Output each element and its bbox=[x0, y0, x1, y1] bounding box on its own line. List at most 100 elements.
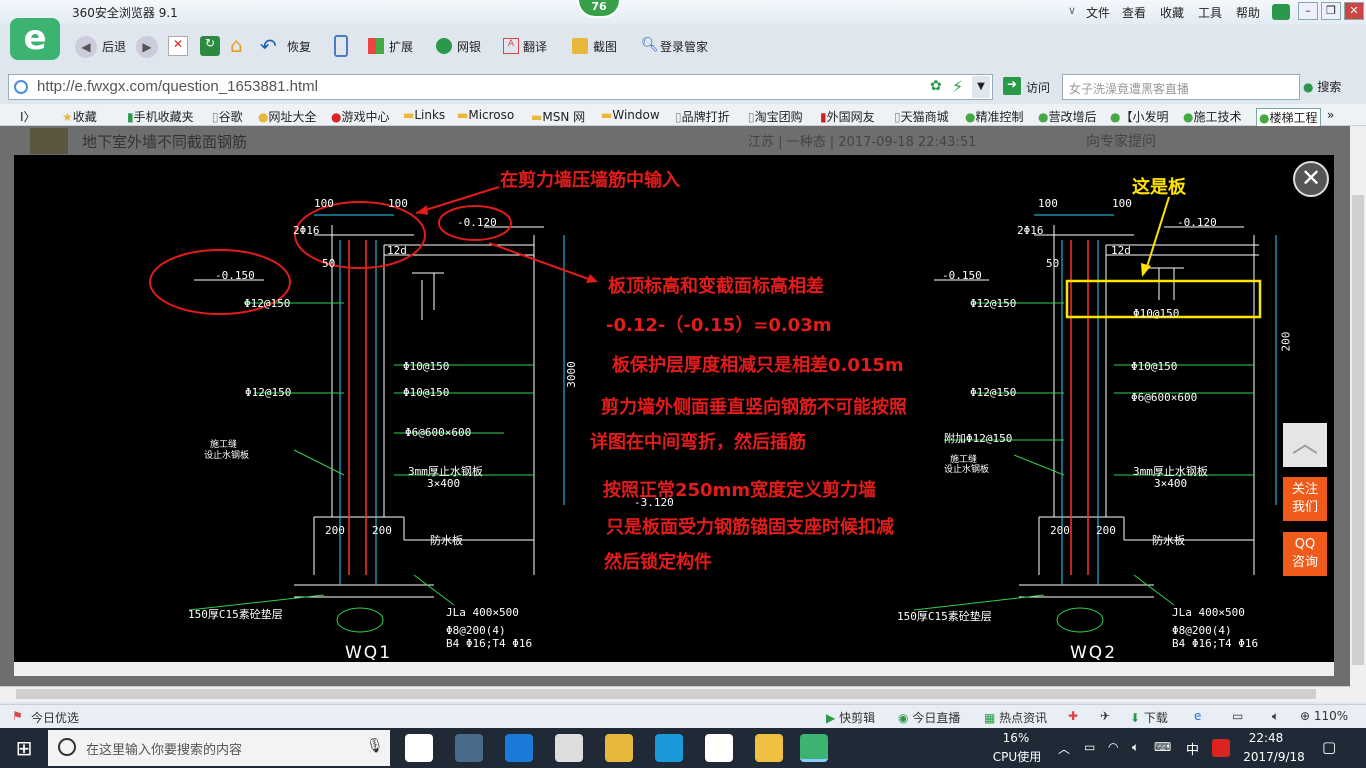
status-item[interactable]: ▦ 热点资讯 bbox=[984, 709, 1047, 726]
minimize-button[interactable]: – bbox=[1298, 2, 1318, 20]
phone-icon[interactable] bbox=[334, 35, 348, 57]
forward-icon[interactable]: ▶ bbox=[136, 36, 158, 58]
chevron-down-icon[interactable]: ∨ bbox=[1068, 4, 1076, 17]
vertical-scroll-thumb[interactable] bbox=[1352, 195, 1364, 665]
dropdown-icon[interactable]: ▼ bbox=[972, 76, 990, 98]
back-to-top-button[interactable]: ︿ bbox=[1283, 423, 1327, 467]
favorite-item[interactable]: ●【小发明 bbox=[1110, 108, 1169, 125]
cortana-icon[interactable] bbox=[58, 738, 76, 756]
go-arrow-icon[interactable]: ➜ bbox=[1003, 77, 1021, 95]
menu-view[interactable]: 查看 bbox=[1122, 4, 1146, 21]
favorite-item[interactable]: ▯淘宝团购 bbox=[748, 108, 803, 125]
favorite-item[interactable]: ●楼梯工程 bbox=[1256, 108, 1321, 127]
follow-us-button[interactable]: 关注 我们 bbox=[1283, 477, 1327, 521]
favorite-item[interactable]: ●精准控制 bbox=[965, 108, 1024, 125]
close-window-button[interactable]: ✕ bbox=[1344, 2, 1364, 20]
taskbar-app-icon[interactable] bbox=[655, 734, 683, 762]
search-input[interactable]: 女子洗澡竟遭黑客直播 bbox=[1062, 74, 1300, 100]
favorite-item[interactable]: ▮外国网友 bbox=[820, 108, 875, 125]
qq-consult-button[interactable]: QQ 咨询 bbox=[1283, 532, 1327, 576]
address-bar[interactable]: http://e.fwxgx.com/question_1653881.html bbox=[8, 74, 993, 100]
ime-indicator[interactable]: 中 bbox=[1186, 739, 1199, 758]
favorite-item[interactable]: ▮手机收藏夹 bbox=[127, 108, 194, 125]
maximize-button[interactable]: ❐ bbox=[1321, 2, 1341, 20]
stop-icon[interactable]: ✕ bbox=[168, 36, 188, 56]
speaker-icon[interactable]: 🔈︎ bbox=[1272, 709, 1279, 724]
translate-icon[interactable]: A bbox=[503, 38, 519, 54]
refresh-icon[interactable]: ↻ bbox=[200, 36, 220, 56]
favorite-item[interactable]: ★收藏 bbox=[62, 108, 97, 125]
menu-tools[interactable]: 工具 bbox=[1198, 4, 1222, 21]
favorite-item[interactable]: ▬Microso bbox=[457, 108, 514, 122]
store-icon[interactable] bbox=[555, 734, 583, 762]
magnifier-icon[interactable]: 🔍︎ bbox=[641, 37, 659, 53]
gift-icon[interactable]: ⚑ bbox=[12, 709, 23, 723]
taskbar-app-icon[interactable] bbox=[705, 734, 733, 762]
volume-icon[interactable]: 🔈︎ bbox=[1132, 740, 1139, 755]
favorite-item[interactable]: ●游戏中心 bbox=[331, 108, 390, 125]
favorite-item[interactable]: ▬MSN 网 bbox=[531, 108, 585, 125]
url-text[interactable]: http://e.fwxgx.com/question_1653881.html bbox=[37, 78, 318, 95]
go-button[interactable]: 访问 bbox=[1026, 79, 1050, 96]
home-icon[interactable]: ⌂ bbox=[230, 35, 252, 56]
restore-icon[interactable]: ↶ bbox=[260, 34, 277, 58]
horizontal-scroll-thumb[interactable] bbox=[16, 689, 1316, 699]
favorite-item[interactable]: ●营改增后 bbox=[1038, 108, 1097, 125]
window-icon[interactable]: ▭ bbox=[1232, 709, 1243, 723]
favorite-item[interactable]: ▯天猫商城 bbox=[894, 108, 949, 125]
extend-icon[interactable] bbox=[368, 38, 384, 54]
ask-expert-link[interactable]: 向专家提问 bbox=[1086, 131, 1156, 151]
favorite-item[interactable]: ▯品牌打折 bbox=[675, 108, 730, 125]
close-viewer-button[interactable]: ✕ bbox=[1293, 161, 1329, 197]
sogou-icon[interactable] bbox=[1212, 739, 1230, 757]
security-icon[interactable]: ✿ bbox=[930, 78, 942, 94]
ie-icon[interactable]: e bbox=[1194, 709, 1201, 723]
pin-icon[interactable]: ✈ bbox=[1100, 709, 1110, 723]
menu-file[interactable]: 文件 bbox=[1086, 4, 1110, 21]
favorite-item[interactable]: ▯谷歌 bbox=[212, 108, 243, 125]
menu-favorites[interactable]: 收藏 bbox=[1160, 4, 1184, 21]
zoom-level[interactable]: ⊕ 110% bbox=[1300, 709, 1348, 723]
lightning-icon[interactable]: ⚡ bbox=[952, 77, 963, 96]
wifi-icon[interactable]: ◠ bbox=[1108, 740, 1118, 754]
status-item[interactable]: ▶ 快剪辑 bbox=[826, 709, 875, 726]
sidebar-toggle-icon[interactable]: I〉 bbox=[20, 108, 36, 125]
scissors-icon[interactable] bbox=[572, 38, 588, 54]
favorite-item[interactable]: ▬Links bbox=[403, 108, 445, 122]
status-item[interactable]: ◉ 今日直播 bbox=[898, 709, 960, 726]
battery-icon[interactable]: ▭ bbox=[1084, 740, 1095, 754]
back-icon[interactable]: ◀ bbox=[75, 36, 97, 58]
folder-icon[interactable] bbox=[605, 734, 633, 762]
taskbar-app-icon[interactable] bbox=[455, 734, 483, 762]
browser-taskbar-icon[interactable] bbox=[800, 734, 828, 762]
taskbar-app-icon[interactable] bbox=[755, 734, 783, 762]
status-item[interactable]: ⬇ 下载 bbox=[1130, 709, 1168, 726]
login-manager-button[interactable]: 登录管家 bbox=[660, 38, 708, 55]
notification-icon[interactable]: ▢ bbox=[1322, 738, 1336, 756]
favorite-item[interactable]: ●网址大全 bbox=[258, 108, 317, 125]
taskbar-search-input[interactable]: 在这里输入你要搜索的内容 bbox=[48, 730, 390, 766]
edge-icon[interactable] bbox=[505, 734, 533, 762]
clock-time[interactable]: 22:48 bbox=[1246, 731, 1286, 745]
taskbar-app-icon[interactable] bbox=[405, 734, 433, 762]
keyboard-icon[interactable]: ⌨ bbox=[1154, 740, 1171, 754]
netbank-button[interactable]: 网银 bbox=[457, 38, 481, 55]
translate-button[interactable]: 翻译 bbox=[523, 38, 547, 55]
chevron-up-icon[interactable]: ︿ bbox=[1058, 740, 1070, 757]
windows-start-icon[interactable]: ⊞ bbox=[0, 728, 48, 768]
screenshot-button[interactable]: 截图 bbox=[593, 38, 617, 55]
today-picks-link[interactable]: 今日优选 bbox=[31, 709, 79, 726]
menu-help[interactable]: 帮助 bbox=[1236, 4, 1260, 21]
microphone-icon[interactable]: 🎙︎ bbox=[366, 738, 384, 754]
shield-icon[interactable]: ✚ bbox=[1068, 709, 1078, 723]
favorite-item[interactable]: ●施工技术 bbox=[1183, 108, 1242, 125]
back-button[interactable]: 后退 bbox=[102, 38, 126, 55]
favorite-item[interactable]: ▬Window bbox=[601, 108, 660, 122]
restore-button[interactable]: 恢复 bbox=[287, 38, 311, 55]
extend-button[interactable]: 扩展 bbox=[389, 38, 413, 55]
skin-icon[interactable] bbox=[1272, 4, 1290, 20]
more-favorites-icon[interactable]: » bbox=[1327, 108, 1334, 122]
clock-date[interactable]: 2017/9/18 bbox=[1240, 750, 1308, 764]
netbank-icon[interactable] bbox=[436, 38, 452, 54]
search-button[interactable]: ● 搜索 bbox=[1303, 78, 1341, 95]
